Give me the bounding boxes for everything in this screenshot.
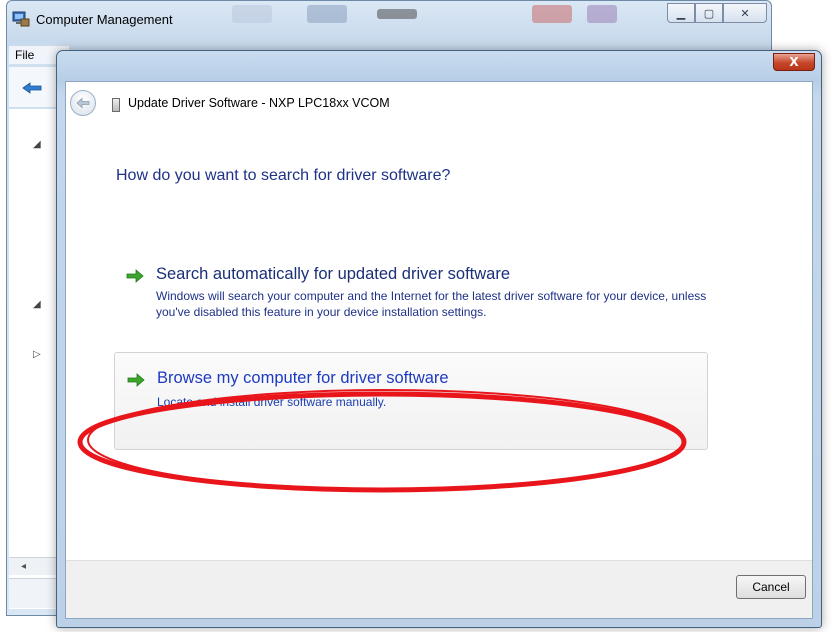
maximize-button[interactable]: ▢ [695, 3, 723, 23]
blurred-background-item [232, 5, 272, 23]
device-icon [112, 98, 120, 112]
tree-collapsed-icon[interactable]: ▷ [33, 349, 41, 360]
search-automatically-option[interactable]: Search automatically for updated driver … [114, 237, 708, 357]
blurred-background-item [377, 9, 417, 19]
computer-management-icon [12, 11, 30, 27]
cm-tree-pane: ◢ ◢ ▷ [9, 109, 63, 609]
green-arrow-icon [126, 269, 144, 283]
blurred-background-item [532, 5, 572, 23]
back-button[interactable] [70, 90, 96, 116]
dialog-footer: Cancel [66, 560, 812, 618]
cancel-button[interactable]: Cancel [736, 575, 806, 599]
back-arrow-icon[interactable] [22, 82, 42, 94]
dialog-header: Update Driver Software - NXP LPC18xx VCO… [66, 82, 812, 124]
back-arrow-icon [76, 97, 90, 109]
option-description: Windows will search your computer and th… [156, 289, 707, 319]
cm-close-button[interactable]: ✕ [723, 3, 767, 23]
dialog-body: Update Driver Software - NXP LPC18xx VCO… [65, 81, 813, 619]
option-title: Browse my computer for driver software [157, 369, 449, 387]
tree-expander-icon[interactable]: ◢ [33, 299, 41, 310]
minimize-button[interactable]: ▁ [667, 3, 695, 23]
cm-window-title: Computer Management [36, 12, 173, 27]
close-icon[interactable]: X [773, 53, 815, 71]
cm-caption-buttons: ▁ ▢ ✕ [667, 3, 767, 27]
blurred-background-item [307, 5, 347, 23]
blurred-background-item [587, 5, 617, 23]
update-driver-dialog: X Update Driver Software - NXP LPC18xx V… [56, 50, 822, 628]
cm-horizontal-scrollbar[interactable]: ◂ [9, 557, 61, 575]
option-title: Search automatically for updated driver … [156, 265, 511, 283]
page-question: How do you want to search for driver sof… [116, 167, 451, 184]
tree-expander-icon[interactable]: ◢ [33, 139, 41, 150]
dialog-title: Update Driver Software - NXP LPC18xx VCO… [128, 96, 390, 110]
browse-computer-option[interactable]: Browse my computer for driver software L… [114, 352, 708, 450]
option-description: Locate and install driver software manua… [157, 395, 387, 409]
cm-titlebar[interactable]: Computer Management ▁ ▢ ✕ [7, 1, 771, 41]
cm-status-bar [9, 578, 61, 608]
green-arrow-icon [127, 373, 145, 387]
